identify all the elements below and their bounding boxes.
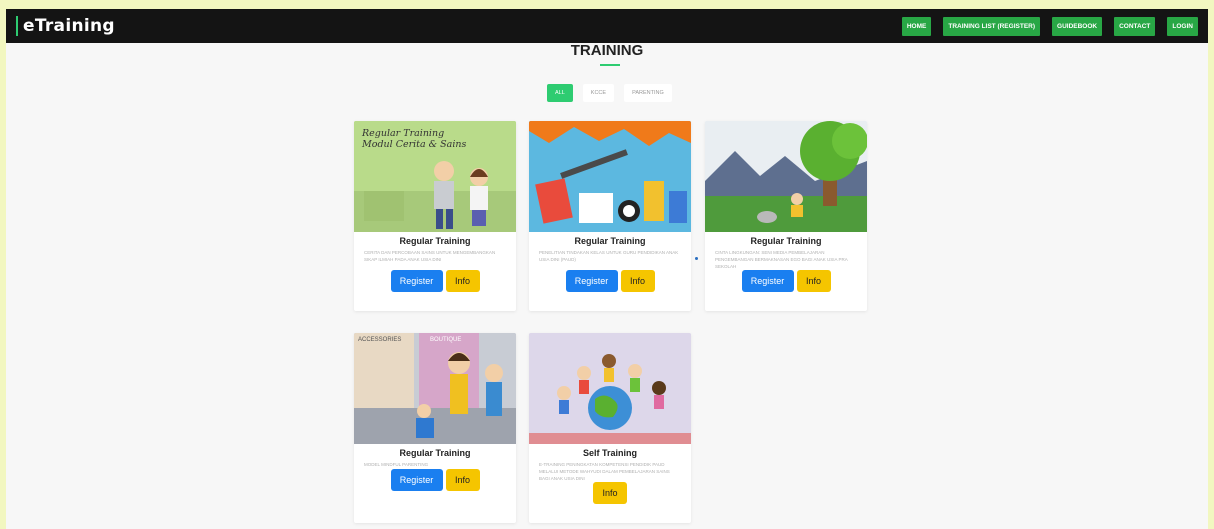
card-title: Regular Training [399,236,471,246]
school-supplies-illustration [529,121,691,232]
info-button[interactable]: Info [445,270,480,292]
info-button[interactable]: Info [620,270,655,292]
register-button[interactable]: Register [565,270,618,292]
nav-login-button[interactable]: LOGIN [1167,16,1198,36]
shop-sign-accessories: ACCESSORIES [358,337,401,343]
card-actions: Info [529,482,691,504]
scroll-indicator [695,257,698,260]
nature-tree-illustration [705,121,867,232]
training-card: ACCESSORIES BOUTIQUE Regular Training MO… [354,333,516,523]
shop-sign-boutique: BOUTIQUE [430,337,461,343]
card-actions: Register Info [705,270,867,292]
children-globe-illustration [529,333,691,444]
training-card: Regular Training PENELITIAN TINDAKAN KEL… [529,121,691,311]
card-title: Regular Training [750,236,822,246]
info-button[interactable]: Info [796,270,831,292]
card-image [529,333,691,444]
card-image: Regular Training Modul Cerita & Sains [354,121,516,232]
page-frame: eTraining HOME TRAINING LIST (REGISTER) … [6,6,1208,529]
card-description: MODEL MINDFUL PARENTING [364,462,429,467]
card-image-caption: Regular Training Modul Cerita & Sains [362,128,467,150]
card-description: PENELITIAN TINDAKAN KELAS UNTUK GURU PEN… [539,250,679,262]
info-button[interactable]: Info [593,482,627,504]
register-button[interactable]: Register [741,270,794,292]
register-button[interactable]: Register [390,469,443,491]
card-image [705,121,867,232]
nav-links: HOME TRAINING LIST (REGISTER) GUIDEBOOK … [901,16,1198,36]
title-underline [600,64,620,66]
info-button[interactable]: Info [445,469,480,491]
filter-parenting[interactable]: PARENTING [624,84,672,102]
nav-guidebook-button[interactable]: GUIDEBOOK [1052,16,1103,36]
card-image: ACCESSORIES BOUTIQUE [354,333,516,444]
navbar: eTraining HOME TRAINING LIST (REGISTER) … [6,6,1208,43]
page-title: TRAINING [570,42,644,59]
card-title: Regular Training [574,236,646,246]
card-description: CERITA DAN PERCOBAAN SAINS UNTUK MENGEMB… [364,250,496,262]
card-title: Regular Training [399,448,471,458]
filter-all[interactable]: ALL [547,84,573,102]
nav-training-list-button[interactable]: TRAINING LIST (REGISTER) [943,16,1041,36]
filter-tabs: ALL KCCE PARENTING [547,84,672,102]
training-card: Regular Training CINTA LINGKUNGAN: SENI … [705,121,867,311]
brand-logo[interactable]: eTraining [16,16,115,36]
card-description: CINTA LINGKUNGAN: SENI MEDIA PEMBELAJARA… [715,250,848,269]
family-shopping-illustration: ACCESSORIES BOUTIQUE [354,333,516,444]
card-description: E-TRAINING PENINGKATAN KOMPETENSI PENDID… [539,462,670,481]
card-title: Self Training [582,448,637,458]
card-actions: Register Info [529,270,691,292]
register-button[interactable]: Register [390,270,443,292]
training-card: Self Training E-TRAINING PENINGKATAN KOM… [529,333,691,523]
card-actions: Register Info [354,469,516,491]
card-image [529,121,691,232]
training-card: Regular Training Modul Cerita & Sains Re… [354,121,516,311]
nav-home-button[interactable]: HOME [901,16,932,36]
filter-kcce[interactable]: KCCE [582,84,615,102]
nav-contact-button[interactable]: CONTACT [1114,16,1156,36]
card-actions: Register Info [354,270,516,292]
